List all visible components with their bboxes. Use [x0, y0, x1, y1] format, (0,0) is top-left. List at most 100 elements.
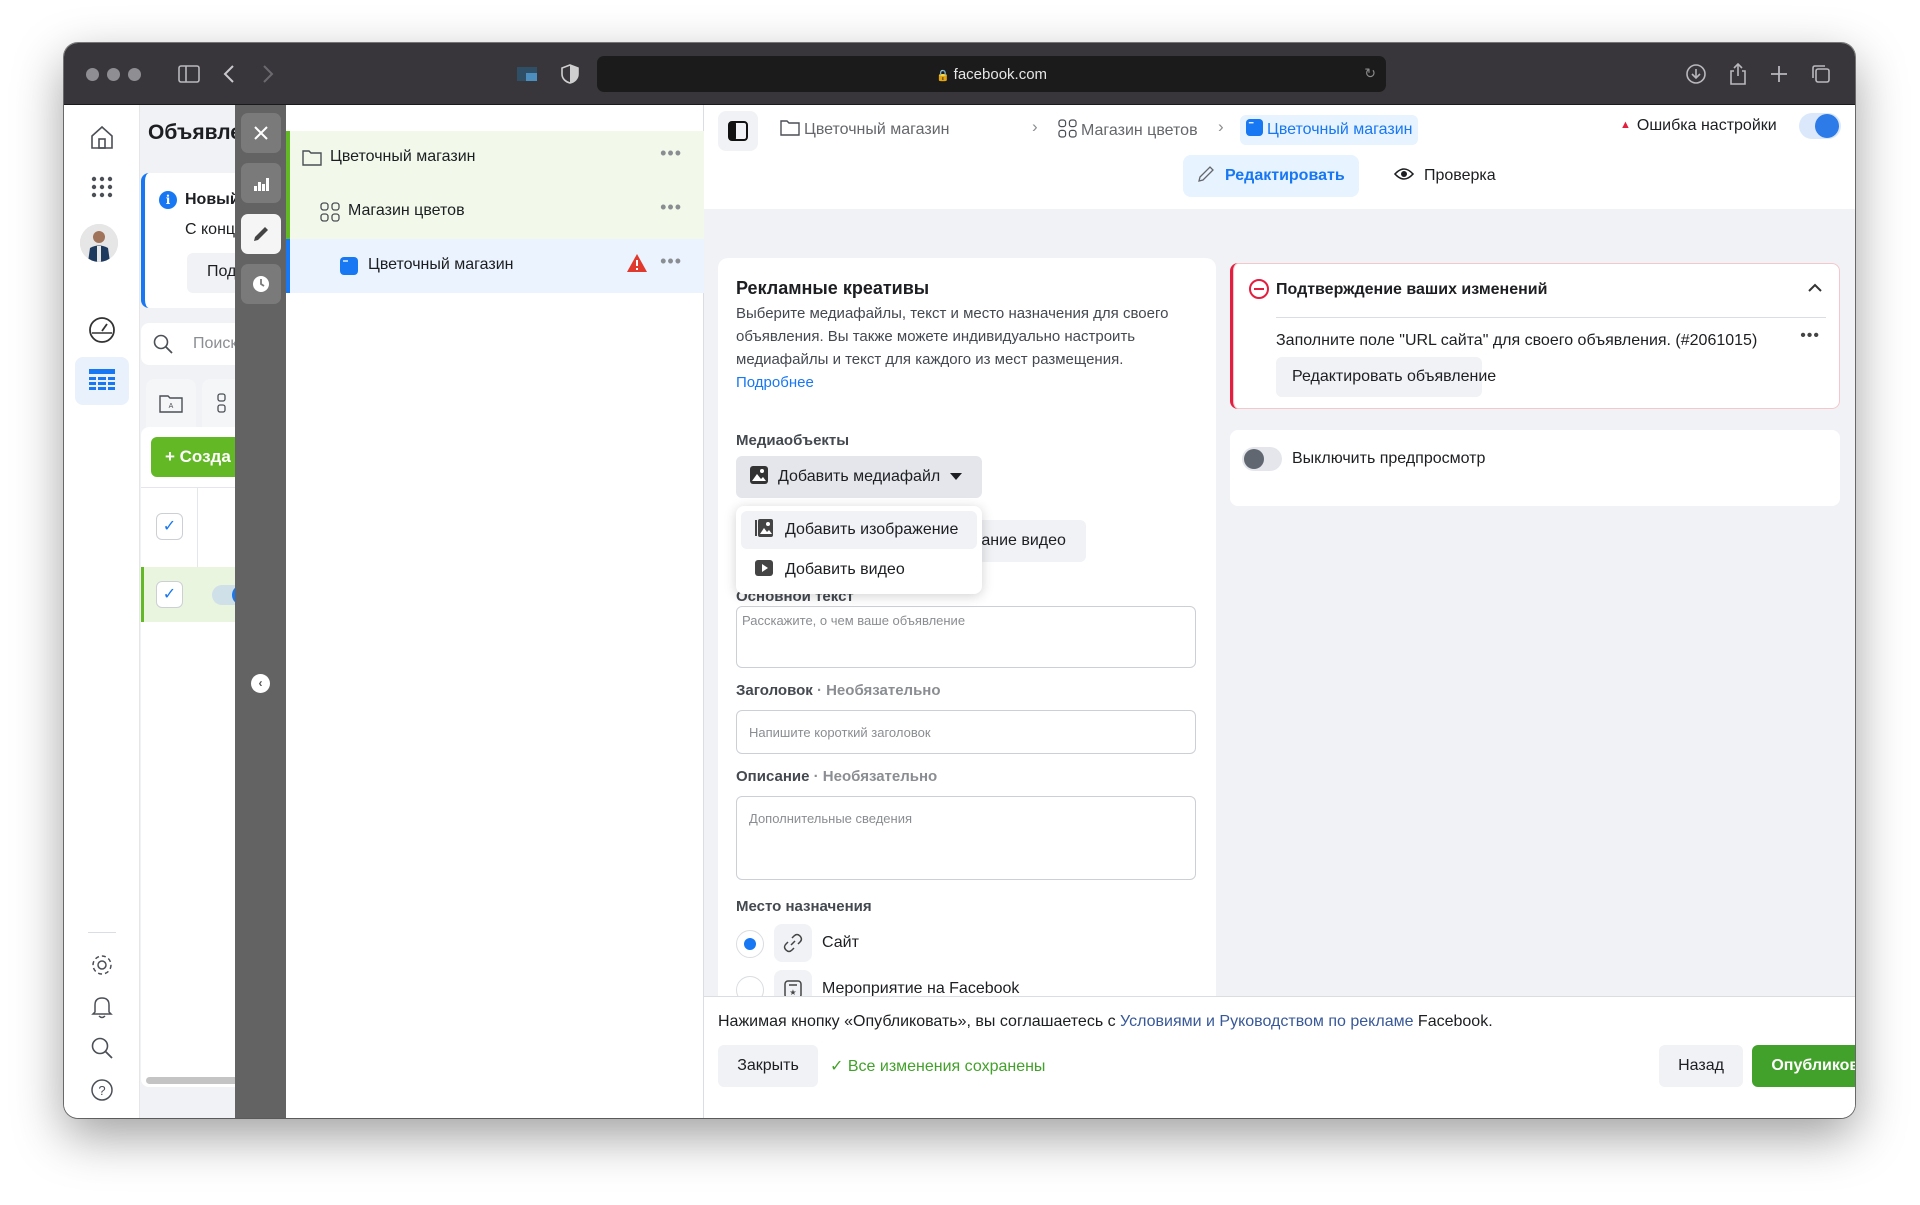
folder-icon: [780, 119, 800, 141]
notice-button[interactable]: Под: [187, 253, 235, 293]
pencil-icon: [1197, 165, 1215, 188]
add-media-dropdown[interactable]: Добавить медиафайл: [736, 456, 982, 498]
reload-icon[interactable]: ↻: [1364, 65, 1376, 82]
terms-link[interactable]: Условиями и Руководством по рекламе: [1120, 1013, 1413, 1030]
placeholder: Дополнительные сведения: [749, 811, 913, 826]
share-icon[interactable]: [1725, 61, 1751, 87]
section-description: Выберите медиафайлы, текст и место назна…: [736, 305, 1169, 391]
breadcrumb-campaign[interactable]: Цветочный магазин: [780, 119, 949, 141]
page-title: Объявле: [148, 121, 235, 144]
new-tab-icon[interactable]: [1766, 61, 1792, 87]
publish-button[interactable]: Опубликовать: [1752, 1045, 1855, 1087]
radio-button[interactable]: [736, 930, 764, 958]
tabs-overview-icon[interactable]: [1808, 61, 1834, 87]
section-title: Рекламные креативы: [736, 278, 930, 298]
back-button[interactable]: Назад: [1659, 1045, 1743, 1087]
tab-ad-sets[interactable]: [202, 379, 235, 427]
more-options-icon[interactable]: •••: [660, 251, 682, 272]
chart-icon[interactable]: [241, 163, 281, 203]
dashboard-gauge-icon[interactable]: [82, 310, 122, 350]
notice-title: Новый: [185, 191, 235, 208]
nav-divider: [88, 932, 116, 933]
primary-text-input[interactable]: Расскажите, о чем ваше объявление: [736, 606, 1196, 668]
picture-in-picture-icon[interactable]: [514, 61, 540, 87]
close-icon[interactable]: [241, 113, 281, 153]
chevron-up-icon[interactable]: [1808, 279, 1822, 296]
notice-body: С конц: [185, 221, 235, 238]
ads-manager-table-icon[interactable]: [75, 357, 129, 405]
ad-on-off-toggle[interactable]: [1799, 113, 1841, 139]
close-button[interactable]: Закрыть: [718, 1045, 818, 1087]
destination-label: Место назначения: [736, 898, 872, 915]
back-icon[interactable]: [216, 61, 242, 87]
breadcrumb-label: Магазин цветов: [1081, 122, 1198, 139]
window-zoom-button[interactable]: [128, 68, 141, 81]
row-checkbox[interactable]: ✓: [156, 513, 183, 540]
tab-campaigns[interactable]: A: [146, 379, 196, 427]
description-label: Описание · Необязательно: [736, 768, 938, 785]
editor-tool-strip: ‹: [235, 105, 286, 1118]
image-icon: [750, 465, 768, 489]
search-icon[interactable]: [82, 1028, 122, 1068]
notifications-bell-icon[interactable]: [82, 987, 122, 1027]
tree-item-ad[interactable]: Цветочный магазин •••: [286, 239, 704, 293]
avatar[interactable]: [80, 224, 118, 262]
tab-edit[interactable]: Редактировать: [1183, 155, 1359, 197]
tree-item-label: Магазин цветов: [348, 202, 465, 219]
privacy-shield-icon[interactable]: [557, 61, 583, 87]
more-options-icon[interactable]: •••: [660, 197, 682, 218]
errors-title: Подтверждение ваших изменений: [1276, 281, 1548, 298]
svg-text:?: ?: [98, 1083, 105, 1098]
description-input[interactable]: Дополнительные сведения: [736, 796, 1196, 880]
preview-card: Выключить предпросмотр: [1230, 430, 1840, 506]
eye-icon: [1393, 167, 1415, 186]
window-minimize-button[interactable]: [107, 68, 120, 81]
tree-item-ad-set[interactable]: Магазин цветов •••: [286, 185, 704, 239]
settings-icon[interactable]: [82, 945, 122, 985]
preview-toggle[interactable]: [1242, 447, 1282, 471]
chevron-right-icon: ›: [1218, 117, 1224, 136]
tree-item-campaign[interactable]: Цветочный магазин •••: [286, 131, 704, 185]
tab-review[interactable]: Проверка: [1380, 155, 1510, 197]
home-icon[interactable]: [82, 117, 122, 157]
headline-input[interactable]: Напишите короткий заголовок: [736, 710, 1196, 754]
create-button[interactable]: + Созда: [151, 437, 235, 477]
review-errors-card: Подтверждение ваших изменений Заполните …: [1230, 263, 1840, 409]
apps-grid-icon[interactable]: [82, 167, 122, 207]
breadcrumb-label: Цветочный магазин: [1267, 121, 1413, 138]
ads-search-input[interactable]: Поиск: [141, 323, 235, 365]
breadcrumb-ad-set[interactable]: Магазин цветов: [1058, 119, 1198, 143]
error-minus-icon: [1249, 279, 1269, 299]
sidebar-icon[interactable]: [176, 61, 202, 87]
help-icon[interactable]: ?: [82, 1070, 122, 1110]
panel-toggle-button[interactable]: [718, 111, 758, 151]
download-icon[interactable]: [1683, 61, 1709, 87]
info-icon: i: [159, 191, 177, 209]
learn-more-link[interactable]: Подробнее: [736, 374, 814, 391]
menu-item-add-video[interactable]: Добавить видео: [741, 551, 977, 589]
history-clock-icon[interactable]: [241, 264, 281, 304]
edit-pencil-icon[interactable]: [241, 214, 281, 254]
notice-card: i Новый С конц Под: [141, 173, 235, 308]
menu-item-label: Добавить видео: [785, 561, 905, 578]
collapse-sidebar-icon[interactable]: [82, 1111, 122, 1118]
edit-ad-button[interactable]: Редактировать объявление: [1276, 357, 1496, 397]
menu-item-add-image[interactable]: Добавить изображение: [741, 511, 977, 549]
destination-option-website[interactable]: Сайт: [736, 922, 1196, 966]
more-options-icon[interactable]: •••: [660, 143, 682, 164]
address-bar[interactable]: 🔒 facebook.com ↻: [597, 56, 1386, 92]
horizontal-scrollbar[interactable]: [146, 1077, 235, 1084]
row-toggle[interactable]: [212, 585, 235, 605]
breadcrumb-ad[interactable]: Цветочный магазин: [1240, 115, 1419, 145]
tree-item-label: Цветочный магазин: [330, 148, 476, 165]
link-icon: [774, 924, 812, 962]
more-options-icon[interactable]: •••: [1800, 327, 1820, 345]
setup-error-status[interactable]: ▲ Ошибка настройки: [1620, 117, 1777, 135]
window-close-button[interactable]: [86, 68, 99, 81]
terms-text: Нажимая кнопку «Опубликовать», вы соглаш…: [718, 1013, 1493, 1030]
ad-icon: [340, 257, 358, 280]
row-checkbox[interactable]: ✓: [156, 581, 183, 608]
forward-icon[interactable]: [255, 61, 281, 87]
headline-label: Заголовок · Необязательно: [736, 682, 941, 699]
collapse-panel-button[interactable]: ‹: [251, 674, 270, 693]
